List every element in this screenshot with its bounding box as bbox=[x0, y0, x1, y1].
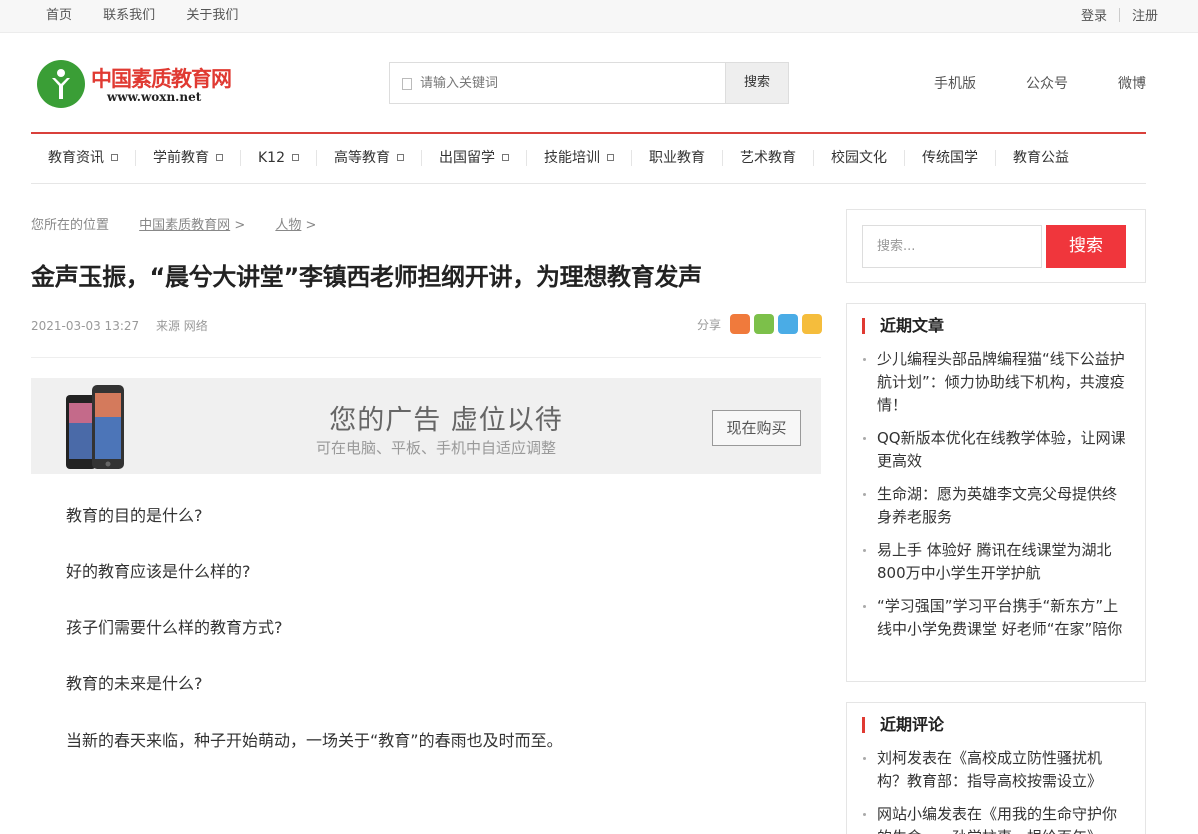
nav-item[interactable]: 艺术教育 bbox=[723, 150, 814, 166]
recent-comments-list: 刘柯发表在《高校成立防性骚扰机构？教育部：指导高校按需设立》网站小编发表在《用我… bbox=[862, 747, 1131, 834]
nav-item[interactable]: 传统国学 bbox=[905, 150, 996, 166]
dropdown-icon bbox=[216, 154, 223, 161]
header-links: 手机版 公众号 微博 bbox=[934, 73, 1146, 93]
breadcrumb-section[interactable]: 人物 bbox=[275, 218, 301, 233]
search-field-icon bbox=[402, 78, 412, 90]
recent-comment-link[interactable]: 刘柯发表在《高校成立防性骚扰机构？教育部：指导高校按需设立》 bbox=[862, 747, 1131, 793]
share-qzone-icon[interactable] bbox=[802, 314, 823, 334]
breadcrumb-sep: > bbox=[305, 218, 317, 233]
header-search-button[interactable]: 搜索 bbox=[725, 63, 788, 103]
article-paragraph: 教育的目的是什么? bbox=[66, 506, 203, 525]
buy-now-button[interactable]: 现在购买 bbox=[712, 410, 801, 446]
dropdown-icon bbox=[292, 154, 299, 161]
logo-name: 中国素质教育网 bbox=[91, 67, 232, 91]
sidebar-search: 搜索 bbox=[846, 209, 1146, 283]
ad-subline: 可在电脑、平板、手机中自适应调整 bbox=[315, 439, 556, 457]
share-bar: 分享 bbox=[697, 314, 823, 334]
header-search: 搜索 bbox=[389, 62, 789, 104]
site-logo[interactable]: 中国素质教育网 www.woxn.net bbox=[37, 60, 237, 110]
recent-articles-list: 少儿编程头部品牌编程猫“线下公益护航计划”：倾力协助线下机构，共渡疫情！ QQ新版… bbox=[862, 348, 1131, 641]
nav-item-label: K12 bbox=[258, 150, 285, 166]
nav-item-label: 职业教育 bbox=[649, 150, 705, 166]
sidebar-search-button[interactable]: 搜索 bbox=[1046, 225, 1126, 268]
recent-article-link[interactable]: QQ新版本优化在线教学体验，让网课更高效 bbox=[862, 427, 1131, 473]
article-paragraph: 当新的春天来临，种子开始萌动，一场关于“教育”的春雨也及时而至。 bbox=[66, 731, 563, 750]
recent-article-link[interactable]: “学习强国”学习平台携手“新东方”上线中小学免费课堂 好老师“在家”陪你 bbox=[862, 595, 1131, 641]
article-source: 来源 网络 bbox=[155, 319, 208, 333]
nav-item[interactable]: 教育公益 bbox=[996, 150, 1086, 166]
site-header: 中国素质教育网 www.woxn.net 搜索 手机版 公众号 微博 bbox=[0, 33, 1198, 133]
recent-articles-title: 近期文章 bbox=[862, 318, 1145, 334]
recent-comments-title: 近期评论 bbox=[862, 717, 1145, 733]
share-qq-icon[interactable] bbox=[778, 314, 799, 334]
recent-article-link[interactable]: 少儿编程头部品牌编程猫“线下公益护航计划”：倾力协助线下机构，共渡疫情！ bbox=[862, 348, 1131, 417]
recent-comments-widget: 近期评论 刘柯发表在《高校成立防性骚扰机构？教育部：指导高校按需设立》网站小编发… bbox=[846, 702, 1146, 834]
nav-item[interactable]: 技能培训 bbox=[527, 150, 632, 166]
divider bbox=[1118, 8, 1120, 22]
article-paragraph: 孩子们需要什么样的教育方式? bbox=[66, 618, 283, 637]
nav-item[interactable]: 校园文化 bbox=[814, 150, 905, 166]
divider bbox=[31, 357, 821, 358]
breadcrumb-sep: > bbox=[234, 218, 246, 233]
main-nav: 教育资讯 学前教育 K12 高等教育 出国留学 技能培训 职业教育 艺术教育 校园文化 传统国学 教… bbox=[31, 132, 1146, 184]
breadcrumb-site[interactable]: 中国素质教育网 bbox=[139, 218, 230, 233]
sidebar-search-input[interactable] bbox=[862, 225, 1042, 268]
share-weibo-icon[interactable] bbox=[730, 314, 751, 334]
nav-item[interactable]: 高等教育 bbox=[317, 150, 422, 166]
nav-item[interactable]: 教育资讯 bbox=[31, 150, 136, 166]
breadcrumb: 您所在的位置 中国素质教育网 > 人物 > bbox=[31, 214, 342, 233]
nav-item[interactable]: 职业教育 bbox=[632, 150, 723, 166]
register-link[interactable]: 注册 bbox=[1132, 5, 1158, 24]
nav-list: 教育资讯 学前教育 K12 高等教育 出国留学 技能培训 职业教育 艺术教育 校园文化 传统国学 教… bbox=[31, 150, 1146, 166]
recent-article-link[interactable]: 易上手 体验好 腾讯在线课堂为湖北800万中小学生开学护航 bbox=[862, 539, 1131, 585]
login-link[interactable]: 登录 bbox=[1081, 5, 1107, 24]
breadcrumb-label: 您所在的位置 bbox=[31, 218, 110, 233]
article-paragraph: 教育的未来是什么? bbox=[66, 674, 203, 693]
dropdown-icon bbox=[397, 154, 404, 161]
nav-item-label: 艺术教育 bbox=[740, 150, 796, 166]
top-links: 首页 联系我们 关于我们 bbox=[46, 4, 265, 23]
wechat-link[interactable]: 公众号 bbox=[1026, 73, 1068, 93]
logo-url: www.woxn.net bbox=[107, 90, 202, 104]
recent-articles-widget: 近期文章 少儿编程头部品牌编程猫“线下公益护航计划”：倾力协助线下机构，共渡疫情… bbox=[846, 303, 1146, 682]
nav-item-label: 传统国学 bbox=[922, 150, 978, 166]
logo-mark-icon bbox=[37, 60, 85, 108]
article-paragraph: 好的教育应该是什么样的? bbox=[66, 562, 251, 581]
recent-article-link[interactable]: 生命湖：愿为英雄李文亮父母提供终身养老服务 bbox=[862, 483, 1131, 529]
nav-item[interactable]: 出国留学 bbox=[422, 150, 527, 166]
nav-item-label: 校园文化 bbox=[831, 150, 887, 166]
nav-item[interactable]: K12 bbox=[241, 150, 317, 166]
article-meta: 2021-03-03 13:27 来源 网络 bbox=[31, 317, 221, 334]
nav-item-label: 出国留学 bbox=[439, 150, 495, 166]
weibo-link[interactable]: 微博 bbox=[1118, 73, 1146, 93]
nav-item-label: 技能培训 bbox=[544, 150, 600, 166]
dropdown-icon bbox=[111, 154, 118, 161]
nav-item-label: 高等教育 bbox=[334, 150, 390, 166]
mobile-link[interactable]: 手机版 bbox=[934, 73, 976, 93]
ad-headline: 您的广告 虚位以待 bbox=[329, 405, 563, 436]
share-wechat-icon[interactable] bbox=[754, 314, 775, 334]
nav-item-label: 学前教育 bbox=[153, 150, 209, 166]
top-link-home[interactable]: 首页 bbox=[46, 8, 72, 23]
dropdown-icon bbox=[502, 154, 509, 161]
ad-banner[interactable]: 您的广告 虚位以待 可在电脑、平板、手机中自适应调整 现在购买 bbox=[31, 378, 821, 474]
top-link-contact[interactable]: 联系我们 bbox=[103, 8, 155, 23]
recent-comment-link[interactable]: 网站小编发表在《用我的生命守护你的生命——孙学柱事，捐给百年》 bbox=[862, 803, 1131, 834]
nav-item-label: 教育公益 bbox=[1013, 150, 1069, 166]
article-title: 金声玉振，“晨兮大讲堂”李镇西老师担纲开讲，为理想教育发声 bbox=[31, 263, 702, 291]
top-link-about[interactable]: 关于我们 bbox=[186, 8, 238, 23]
dropdown-icon bbox=[607, 154, 614, 161]
article-date: 2021-03-03 13:27 bbox=[31, 319, 140, 333]
share-label: 分享 bbox=[697, 317, 722, 332]
nav-item-label: 教育资讯 bbox=[48, 150, 104, 166]
header-search-input[interactable] bbox=[420, 71, 720, 95]
top-bar: 首页 联系我们 关于我们 登录 注册 bbox=[0, 0, 1198, 33]
account-links: 登录 注册 bbox=[1081, 5, 1158, 24]
nav-item[interactable]: 学前教育 bbox=[136, 150, 241, 166]
